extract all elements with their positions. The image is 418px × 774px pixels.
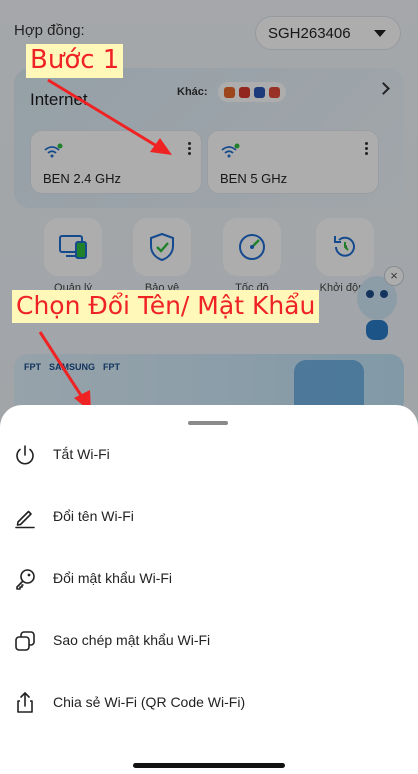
menu-item-copy-password[interactable]: Sao chép mật khẩu Wi-Fi <box>0 612 418 670</box>
annotation-step1: Bước 1 <box>26 44 124 78</box>
menu-item-turn-off-wifi[interactable]: Tắt Wi-Fi <box>0 426 418 484</box>
key-icon <box>16 569 35 590</box>
menu-item-share-wifi[interactable]: Chia sẻ Wi-Fi (QR Code Wi-Fi) <box>0 674 418 732</box>
wifi-options-sheet: Tắt Wi-Fi Đổi tên Wi-Fi Đổi mật khẩu Wi-… <box>0 405 418 774</box>
sheet-grabber[interactable] <box>188 421 228 425</box>
menu-item-label: Sao chép mật khẩu Wi-Fi <box>53 632 211 648</box>
menu-item-label: Đổi tên Wi-Fi <box>53 508 134 524</box>
annotation-choose: Chọn Đổi Tên/ Mật Khẩu <box>12 290 320 323</box>
menu-item-rename-wifi[interactable]: Đổi tên Wi-Fi <box>0 488 418 546</box>
menu-item-label: Chia sẻ Wi-Fi (QR Code Wi-Fi) <box>53 694 246 710</box>
copy-icon <box>15 631 35 651</box>
menu-item-change-password[interactable]: Đổi mật khẩu Wi-Fi <box>0 550 418 608</box>
menu-item-label: Tắt Wi-Fi <box>53 446 110 462</box>
home-indicator <box>133 763 285 768</box>
share-icon <box>17 692 33 713</box>
menu-item-label: Đổi mật khẩu Wi-Fi <box>53 570 173 586</box>
pencil-icon <box>15 510 35 529</box>
power-icon <box>16 445 34 465</box>
